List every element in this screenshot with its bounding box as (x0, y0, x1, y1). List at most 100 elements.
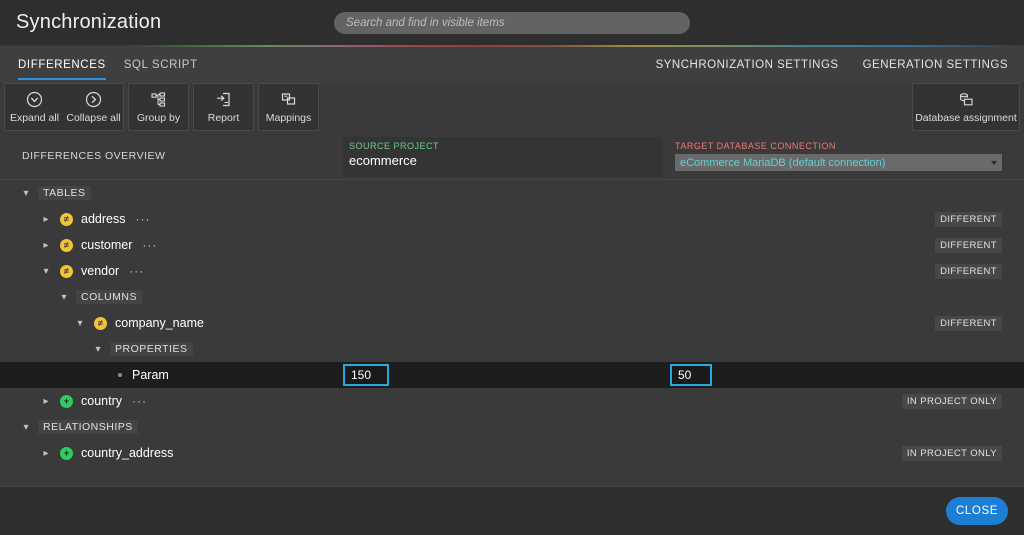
status-different-icon: ≠ (60, 239, 73, 252)
status-badge: DIFFERENT (935, 316, 1002, 331)
row-menu-icon[interactable]: ··· (129, 264, 144, 278)
chevron-down-circle-icon (26, 91, 43, 109)
chevron-down-icon (991, 161, 997, 165)
status-badge: DIFFERENT (935, 238, 1002, 253)
source-project-value: ecommerce (349, 153, 657, 168)
toolbar: Expand all Collapse all (0, 83, 1024, 135)
differences-tree: ▾ TABLES ▸ ≠ address ··· DIFFERENT ▸ ≠ c… (0, 179, 1024, 488)
status-different-icon: ≠ (60, 265, 73, 278)
generation-settings-link[interactable]: GENERATION SETTINGS (863, 59, 1008, 71)
chevron-down-icon[interactable]: ▾ (92, 343, 104, 355)
target-database-label: TARGET DATABASE CONNECTION (675, 141, 1009, 151)
synchronization-settings-link[interactable]: SYNCHRONIZATION SETTINGS (656, 59, 839, 71)
tree-group-relationships[interactable]: ▾ RELATIONSHIPS (0, 414, 1024, 440)
tree-row-customer[interactable]: ▸ ≠ customer ··· DIFFERENT (0, 232, 1024, 258)
tree-row-vendor[interactable]: ▾ ≠ vendor ··· DIFFERENT (0, 258, 1024, 284)
group-by-label: Group by (137, 112, 180, 124)
differences-overview-title: DIFFERENCES OVERVIEW (22, 150, 165, 162)
status-badge: DIFFERENT (935, 264, 1002, 279)
tree-group-properties[interactable]: ▾ PROPERTIES (0, 336, 1024, 362)
tree-row-address[interactable]: ▸ ≠ address ··· DIFFERENT (0, 206, 1024, 232)
target-database-box: TARGET DATABASE CONNECTION eCommerce Mar… (675, 137, 1009, 177)
relationships-group-label: RELATIONSHIPS (38, 420, 138, 434)
title-bar: Synchronization (0, 0, 1024, 45)
target-database-select[interactable]: eCommerce MariaDB (default connection) (675, 154, 1002, 171)
tab-differences[interactable]: DIFFERENCES (18, 47, 106, 83)
node-label-customer: customer (81, 238, 132, 252)
footer-bar: CLOSE (0, 486, 1024, 535)
status-new-icon: + (60, 447, 73, 460)
differences-overview-band: DIFFERENCES OVERVIEW SOURCE PROJECT ecom… (0, 135, 1024, 179)
expand-all-label: Expand all (10, 112, 59, 124)
tab-differences-label: DIFFERENCES (18, 59, 106, 71)
properties-group-label: PROPERTIES (110, 342, 193, 356)
chevron-right-icon[interactable]: ▸ (40, 239, 52, 251)
tree-group-tables[interactable]: ▾ TABLES (0, 180, 1024, 206)
search-box[interactable] (334, 12, 690, 34)
chevron-down-icon[interactable]: ▾ (20, 421, 32, 433)
status-badge: IN PROJECT ONLY (902, 446, 1002, 461)
group-by-button[interactable]: Group by (129, 84, 188, 130)
chevron-right-circle-icon (85, 91, 102, 109)
node-label-address: address (81, 212, 125, 226)
database-assignment-button[interactable]: Database assignment (913, 84, 1019, 130)
node-label-country: country (81, 394, 122, 408)
node-label-country-address: country_address (81, 446, 173, 460)
row-menu-icon[interactable]: ··· (132, 394, 147, 408)
collapse-all-label: Collapse all (66, 112, 120, 124)
bullet-icon (118, 373, 122, 377)
mappings-group: Mappings (258, 83, 319, 131)
status-different-icon: ≠ (60, 213, 73, 226)
tab-bar: DIFFERENCES SQL SCRIPT SYNCHRONIZATION S… (0, 47, 1024, 83)
database-assignment-group: Database assignment (912, 83, 1020, 131)
report-export-icon (215, 91, 232, 109)
report-group: Report (193, 83, 254, 131)
source-project-label: SOURCE PROJECT (349, 141, 657, 151)
row-menu-icon[interactable]: ··· (135, 212, 150, 226)
chevron-down-icon[interactable]: ▾ (40, 265, 52, 277)
chevron-right-icon[interactable]: ▸ (40, 213, 52, 225)
chevron-down-icon[interactable]: ▾ (74, 317, 86, 329)
status-badge: DIFFERENT (935, 212, 1002, 227)
mappings-icon (280, 91, 297, 109)
status-badge: IN PROJECT ONLY (902, 394, 1002, 409)
param-source-value-input[interactable]: 150 (343, 364, 389, 386)
expand-all-button[interactable]: Expand all (5, 84, 64, 130)
status-different-icon: ≠ (94, 317, 107, 330)
tables-group-label: TABLES (38, 186, 91, 200)
search-input[interactable] (334, 12, 690, 34)
collapse-all-button[interactable]: Collapse all (64, 84, 123, 130)
chevron-down-icon[interactable]: ▾ (20, 187, 32, 199)
param-label: Param (132, 368, 169, 382)
row-menu-icon[interactable]: ··· (142, 238, 157, 252)
tree-row-param[interactable]: Param 150 50 (0, 362, 1024, 388)
tab-bar-links: SYNCHRONIZATION SETTINGS GENERATION SETT… (656, 59, 1008, 71)
tree-group-columns[interactable]: ▾ COLUMNS (0, 284, 1024, 310)
tree-row-country[interactable]: ▸ + country ··· IN PROJECT ONLY (0, 388, 1024, 414)
columns-group-label: COLUMNS (76, 290, 142, 304)
mappings-button[interactable]: Mappings (259, 84, 318, 130)
group-by-group: Group by (128, 83, 189, 131)
node-label-vendor: vendor (81, 264, 119, 278)
tree-hierarchy-icon (150, 91, 167, 109)
param-target-value-input[interactable]: 50 (670, 364, 712, 386)
expand-collapse-group: Expand all Collapse all (4, 83, 124, 131)
database-assignment-label: Database assignment (915, 112, 1017, 124)
node-label-company-name: company_name (115, 316, 204, 330)
report-button[interactable]: Report (194, 84, 253, 130)
chevron-down-icon[interactable]: ▾ (58, 291, 70, 303)
tree-row-company-name[interactable]: ▾ ≠ company_name DIFFERENT (0, 310, 1024, 336)
chevron-right-icon[interactable]: ▸ (40, 447, 52, 459)
source-project-box: SOURCE PROJECT ecommerce (343, 137, 663, 177)
page-title: Synchronization (16, 11, 161, 34)
tree-row-country-address[interactable]: ▸ + country_address IN PROJECT ONLY (0, 440, 1024, 466)
tab-sql-script-label: SQL SCRIPT (124, 59, 198, 71)
status-new-icon: + (60, 395, 73, 408)
tab-sql-script[interactable]: SQL SCRIPT (124, 47, 198, 83)
chevron-right-icon[interactable]: ▸ (40, 395, 52, 407)
close-button[interactable]: CLOSE (946, 497, 1008, 525)
database-assignment-icon (958, 91, 975, 109)
report-label: Report (208, 112, 240, 124)
target-database-value: eCommerce MariaDB (default connection) (680, 157, 885, 169)
mappings-label: Mappings (266, 112, 312, 124)
